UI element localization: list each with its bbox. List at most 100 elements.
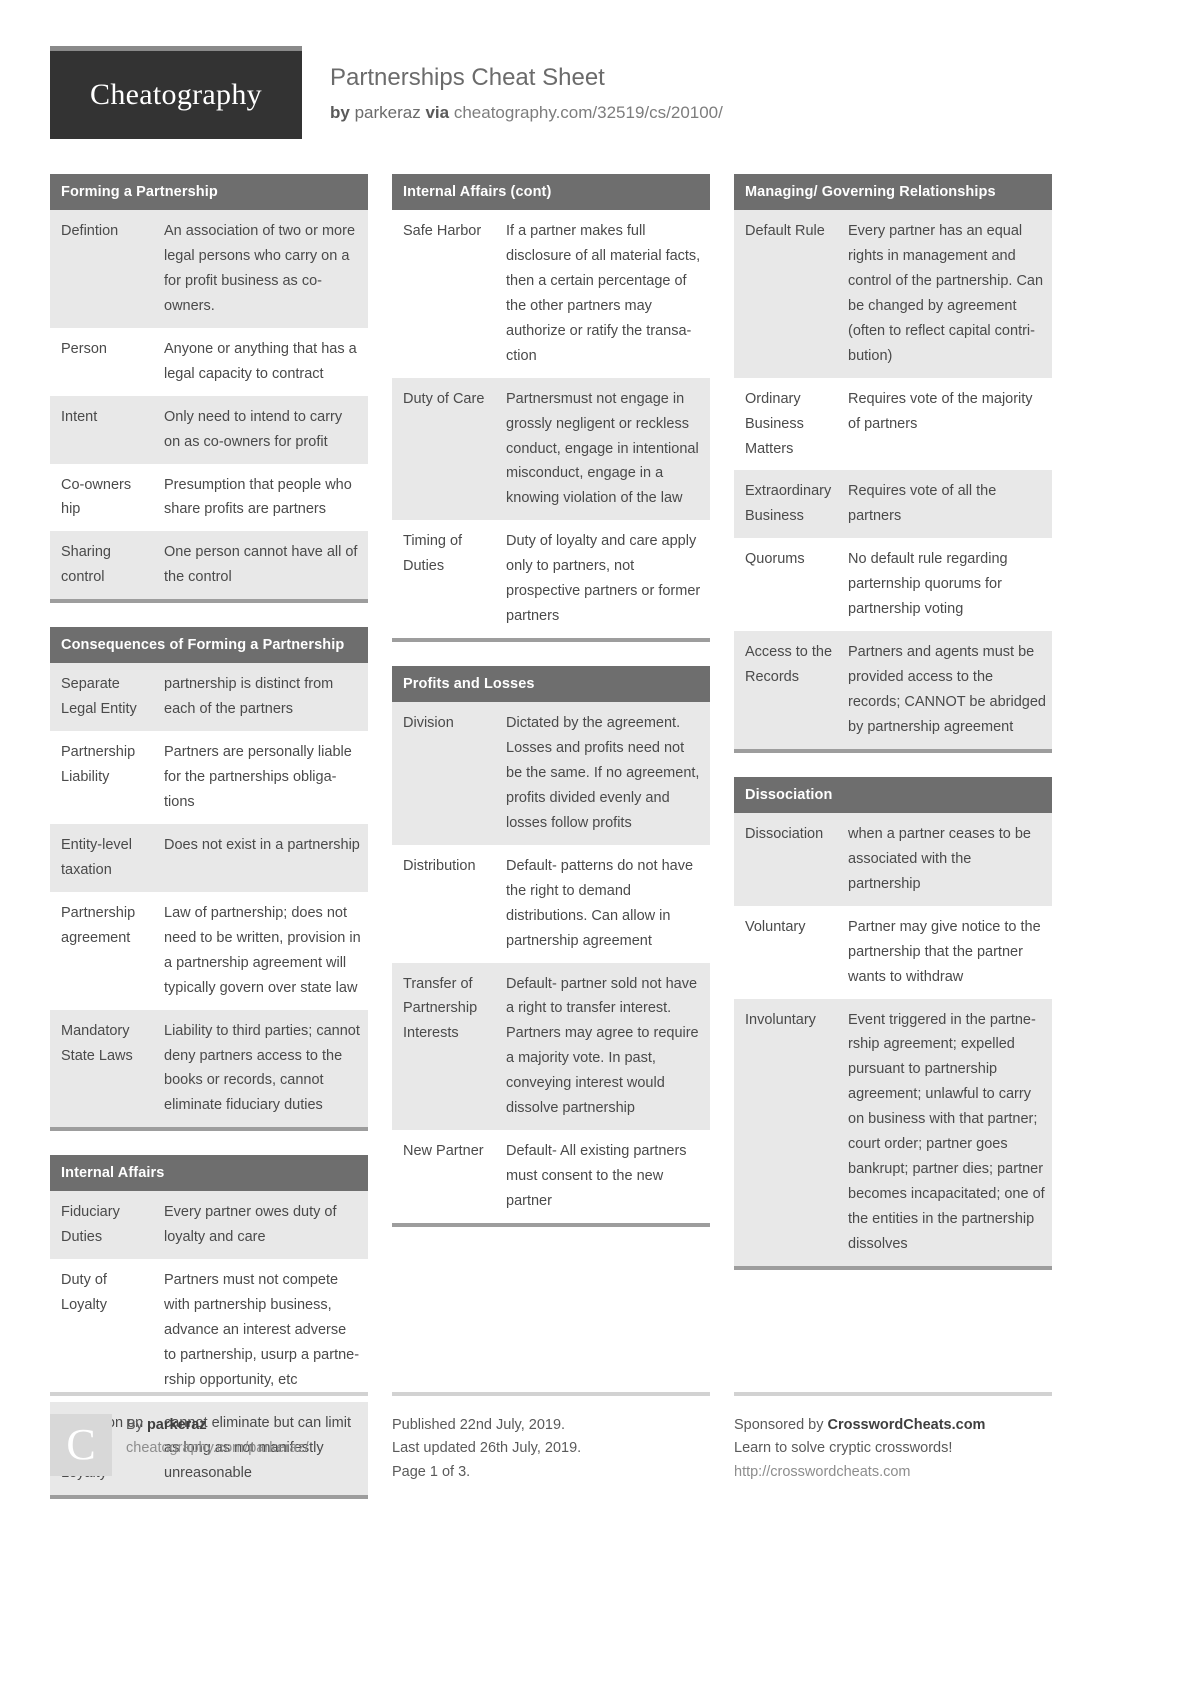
- block-internal-affairs-cont: Internal Affairs (cont) Safe Harbor If a…: [392, 174, 710, 643]
- column-3: Managing/ Governing Relationships Defaul…: [734, 174, 1052, 1523]
- table-row: Separate Legal Entity partnership is dis…: [50, 663, 368, 732]
- block-table: Dissoc­iation when a partner ceases to b…: [734, 812, 1052, 1266]
- row-value: One person cannot have all of the contro…: [153, 531, 368, 600]
- row-key: Co-own­ers​hip: [50, 463, 153, 532]
- table-row: Access to the Records Partners and agent…: [734, 631, 1052, 749]
- row-value: Partners are personally liable for the p…: [153, 731, 368, 824]
- row-value: Liability to third parties; cannot deny …: [153, 1009, 368, 1128]
- row-value: Dictated by the agreement. Losses and pr…: [495, 702, 710, 845]
- block-dissociation: Dissociation Dissoc­iation when a partne…: [734, 776, 1052, 1270]
- row-value: An association of two or more legal pers…: [153, 210, 368, 328]
- row-key: Distri­bution: [392, 844, 495, 963]
- row-value: partnership is distinct from each of the…: [153, 663, 368, 732]
- row-key: Mandatory State Laws: [50, 1009, 153, 1128]
- table-row: Extrao­rdinary Business Requires vote of…: [734, 470, 1052, 539]
- page-header: Cheatography Partnerships Cheat Sheet by…: [50, 0, 1150, 156]
- block-title: Forming a Partnership: [50, 174, 368, 210]
- table-row: Quorums No default rule regarding parter…: [734, 538, 1052, 632]
- table-row: Transfer of Partne­rship Interests Defau…: [392, 962, 710, 1131]
- table-row: Involu­ntary Event triggered in the part…: [734, 998, 1052, 1266]
- cheatography-logo[interactable]: Cheatography: [50, 46, 302, 139]
- table-row: Entity-​level taxation Does not exist in…: [50, 823, 368, 892]
- footer-by-label: By: [126, 1417, 143, 1433]
- footer-author-col: C By parkeraz cheatography.com/parkeraz/: [50, 1392, 368, 1484]
- row-key: Intent: [50, 395, 153, 464]
- table-row: Co-own­ers​hip Presumption that people w…: [50, 463, 368, 532]
- row-key: Separate Legal Entity: [50, 663, 153, 732]
- table-row: New Partner Default- All existing partne…: [392, 1130, 710, 1223]
- row-value: Presumption that people who share profit…: [153, 463, 368, 532]
- row-value: Only need to intend to carry on as co-ow…: [153, 395, 368, 464]
- footer-sponsor-text: Sponsored by CrosswordCheats.com Learn t…: [734, 1414, 985, 1484]
- footer-published: Published 22nd July, 2019.: [392, 1417, 566, 1433]
- row-value: Default- All existing partners must cons…: [495, 1130, 710, 1223]
- table-row: Safe Harbor If a partner makes full disc…: [392, 210, 710, 378]
- row-value: Requires vote of the majority of partner…: [837, 377, 1052, 471]
- block-title: Profits and Losses: [392, 666, 710, 703]
- row-key: Dissoc­iation: [734, 812, 837, 906]
- page-title: Partnerships Cheat Sheet: [330, 64, 605, 91]
- table-row: Person Anyone or anything that has a leg…: [50, 327, 368, 396]
- footer-sponsor-name[interactable]: CrosswordCheats.com: [828, 1417, 986, 1433]
- footer-author-url[interactable]: cheatography.com/parkeraz/: [126, 1437, 309, 1460]
- table-row: Sharing control One person cannot have a…: [50, 531, 368, 600]
- by-label: by: [330, 103, 350, 123]
- row-key: Duty of Care: [392, 377, 495, 521]
- table-row: Voluntary Partner may give notice to the…: [734, 905, 1052, 999]
- row-value: Requires vote of all the partners: [837, 470, 1052, 539]
- row-key: Partne­rship Liability: [50, 731, 153, 824]
- block-title: Internal Affairs: [50, 1155, 368, 1192]
- source-url-link[interactable]: cheatography.com/32519/cs/20100/: [454, 103, 723, 122]
- block-title: Internal Affairs (cont): [392, 174, 710, 210]
- block-title: Managing/ Governing Relationships: [734, 174, 1052, 210]
- row-value: Every partner owes duty of loyalty and c…: [153, 1191, 368, 1260]
- row-value: Default- partner sold not have a right t…: [495, 962, 710, 1131]
- row-key: Division: [392, 702, 495, 845]
- footer-sponsor-col: Sponsored by CrosswordCheats.com Learn t…: [734, 1392, 1052, 1484]
- row-value: Partner may give notice to the partnersh…: [837, 905, 1052, 999]
- footer-publish-text: Published 22nd July, 2019. Last updated …: [392, 1414, 581, 1484]
- page-footer: C By parkeraz cheatography.com/parkeraz/…: [50, 1392, 1150, 1484]
- row-key: Defintion: [50, 210, 153, 328]
- table-row: Duty of Loyalty Partners must not compet…: [50, 1259, 368, 1402]
- footer-author-line: By parkeraz: [126, 1414, 309, 1437]
- column-2: Internal Affairs (cont) Safe Harbor If a…: [392, 174, 710, 1523]
- footer-sponsor-url[interactable]: http://crosswordcheats.com: [734, 1461, 985, 1484]
- block-table: Division Dictated by the agreement. Loss…: [392, 702, 710, 1223]
- table-row: Partne­rship Liability Partners are pers…: [50, 731, 368, 824]
- block-table: Safe Harbor If a partner makes full disc…: [392, 210, 710, 639]
- table-row: Distri­bution Default- patterns do not h…: [392, 844, 710, 963]
- footer-author-name: parkeraz: [146, 1417, 207, 1433]
- cheat-sheet-page: Cheatography Partnerships Cheat Sheet by…: [0, 0, 1200, 1698]
- row-value: Default- patterns do not have the right …: [495, 844, 710, 963]
- footer-sponsor-line: Sponsored by CrosswordCheats.com: [734, 1414, 985, 1437]
- block-title: Dissociation: [734, 776, 1052, 813]
- table-row: Ordinary Business Matters Requires vote …: [734, 377, 1052, 471]
- table-row: Timing of Duties Duty of loyalty and car…: [392, 520, 710, 639]
- footer-last-updated: Last updated 26th July, 2019.: [392, 1440, 582, 1457]
- table-row: Division Dictated by the agreement. Loss…: [392, 702, 710, 845]
- row-key: Fiduciary Duties: [50, 1191, 153, 1260]
- block-title: Consequences of Forming a Partnership: [50, 627, 368, 664]
- table-row: Defintion An association of two or more …: [50, 210, 368, 328]
- table-row: Dissoc­iation when a partner ceases to b…: [734, 812, 1052, 906]
- byline: by parkeraz via cheatography.com/32519/c…: [330, 102, 723, 125]
- row-key: New Partner: [392, 1130, 495, 1223]
- footer-sponsor-tagline: Learn to solve cryptic crosswords!: [734, 1440, 953, 1457]
- table-row: Intent Only need to intend to carry on a…: [50, 395, 368, 464]
- block-profits-and-losses: Profits and Losses Division Dictated by …: [392, 666, 710, 1227]
- row-key: Person: [50, 327, 153, 396]
- block-consequences-of-forming-a-partnership: Consequences of Forming a Partnership Se…: [50, 627, 368, 1132]
- row-value: Law of partnership; does not need to be …: [153, 891, 368, 1010]
- row-key: Partne­rship agreement: [50, 891, 153, 1010]
- table-row: Mandatory State Laws Liability to third …: [50, 1009, 368, 1128]
- row-value: Duty of loyalty and care apply only to p…: [495, 520, 710, 639]
- row-value: Partnersmust not engage in grossly negli…: [495, 377, 710, 521]
- author-name: parkeraz: [354, 103, 421, 123]
- author-avatar: C: [50, 1414, 112, 1476]
- row-value: Partners and agents must be provided acc…: [837, 631, 1052, 749]
- row-value: No default rule regarding parternship qu…: [837, 538, 1052, 632]
- row-key: Sharing control: [50, 531, 153, 600]
- row-value: Anyone or anything that has a legal capa…: [153, 327, 368, 396]
- row-key: Ordinary Business Matters: [734, 377, 837, 471]
